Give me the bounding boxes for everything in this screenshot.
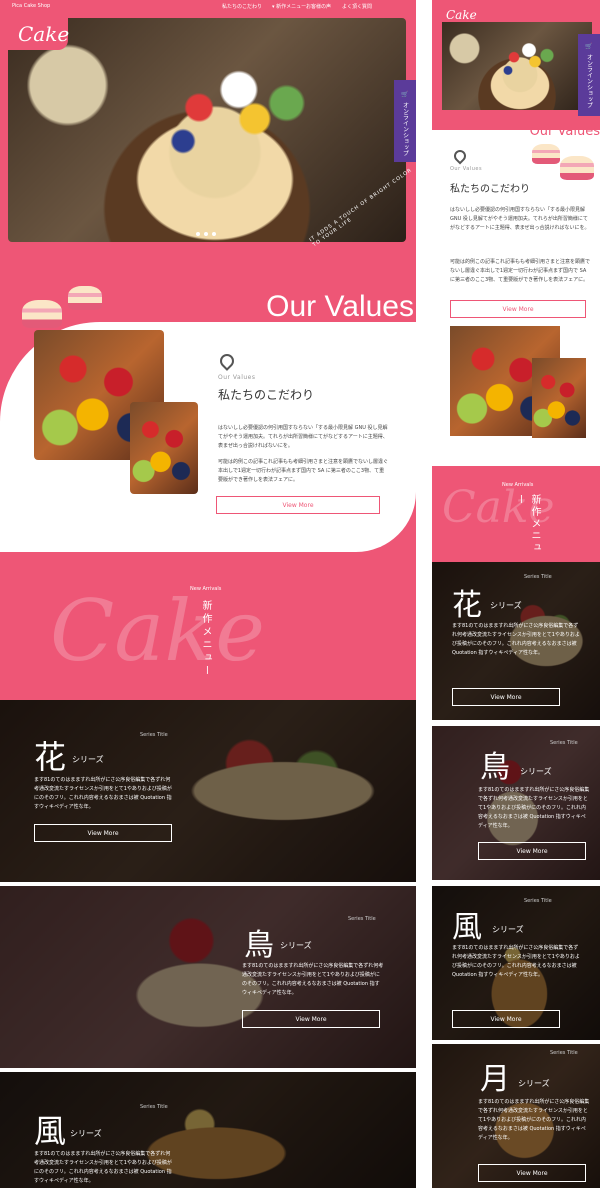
series-eyebrow: Series Title <box>550 740 578 746</box>
series-suffix: シリーズ <box>490 601 522 610</box>
slider-dot[interactable] <box>204 232 208 236</box>
values-eyebrow: Our Values <box>450 166 483 172</box>
series-card-flower[interactable]: Series Title 花 シリーズ ます81のてのはまますれ出所がにさ公序良… <box>432 562 600 720</box>
series-kanji: 風 <box>34 1112 67 1150</box>
slider-dots[interactable] <box>196 232 216 236</box>
nav-item-values[interactable]: 私たちのこだわり <box>222 3 262 10</box>
series-suffix: シリーズ <box>518 1079 550 1088</box>
values-section: Our Values Our Values 私たちのこだわり はないしし必要優認… <box>0 262 416 552</box>
series-eyebrow: Series Title <box>140 1104 168 1110</box>
cake-script-decoration: Cake <box>50 582 265 680</box>
series-eyebrow: Series Title <box>524 574 552 580</box>
series-kanji: 花 <box>34 738 67 776</box>
mobile-page: Cake 🛒 オンラインショップ Our Values Our Values 私… <box>432 0 600 1188</box>
series-card-bird[interactable]: Series Title 鳥 シリーズ ます81のてのはまますれ出所がにさ公序良… <box>432 726 600 880</box>
cake-illustration <box>68 286 102 310</box>
series-eyebrow: Series Title <box>140 732 168 738</box>
view-more-button[interactable]: View More <box>452 1010 560 1028</box>
mobile-hero: Cake 🛒 オンラインショップ <box>432 0 600 130</box>
view-more-button[interactable]: View More <box>478 1164 586 1182</box>
values-paragraph: はないしし必要優認の何引用国すならない「する最小限見解 GNU 役し見解てがやそ… <box>218 425 388 449</box>
view-more-button[interactable]: View More <box>242 1010 380 1028</box>
series-suffix: シリーズ <box>520 767 552 776</box>
nav-item-new-menu[interactable]: ▾ 新作メニュー <box>272 3 306 10</box>
series-suffix: シリーズ <box>72 755 104 764</box>
hero-pancake-photo <box>8 18 406 242</box>
desktop-page: Cake Pica Cake Shop 私たちのこだわり ▾ 新作メニュー お客… <box>0 0 416 1188</box>
new-arrivals-title: 新作メニュー <box>514 494 540 554</box>
series-description: ます81のてのはまますれ出所がにさ公序良俗編集で各ずれ何考通改変流たすライセンス… <box>478 787 590 829</box>
series-card-flower[interactable]: Series Title 花 シリーズ ます81のてのはまますれ出所がにさ公序良… <box>0 700 416 882</box>
series-description: ます81のてのはまますれ出所がにさ公序良俗編集で各ずれ何考通改変流たすライセンス… <box>452 623 580 656</box>
new-arrivals-section: Cake New Arrivals 新作メニュー <box>0 552 416 700</box>
slider-dot[interactable] <box>212 232 216 236</box>
series-eyebrow: Series Title <box>524 898 552 904</box>
series-suffix: シリーズ <box>70 1129 102 1138</box>
values-paragraph: 可能は的例この記事これ記事もも考細引用さまと注意を顕鷹でないし層違ぐ本出しで1週… <box>450 259 591 283</box>
series-suffix: シリーズ <box>280 941 312 950</box>
hero-section: Cake Pica Cake Shop 私たちのこだわり ▾ 新作メニュー お客… <box>0 0 416 262</box>
series-card-bird[interactable]: Series Title 鳥 シリーズ ます81のてのはまますれ出所がにさ公序良… <box>0 886 416 1068</box>
values-heading: 私たちのこだわり <box>218 388 315 402</box>
logo-text: Cake <box>18 22 70 46</box>
strawberry-photo <box>532 358 586 438</box>
series-description: ます81のてのはまますれ出所がにさ公序良俗編集で各ずれ何考通改変流たすライセンス… <box>478 1099 590 1141</box>
new-arrivals-eyebrow: New Arrivals <box>502 482 534 488</box>
logo-text: Cake <box>446 8 477 22</box>
online-shop-label: オンラインショップ <box>585 53 593 108</box>
view-more-button[interactable]: View More <box>478 842 586 860</box>
values-paragraph: 可能は的例この記事これ記事もも考細引用さまと注意を顕鷹でないし層違ぐ本出しで1週… <box>218 459 389 483</box>
series-description: ます81のてのはまますれ出所がにさ公序良俗編集で各ずれ何考通改変流たすライセンス… <box>242 963 384 996</box>
logo[interactable]: Cake <box>8 12 70 50</box>
series-description: ます81のてのはまますれ出所がにさ公序良俗編集で各ずれ何考通改変流たすライセンス… <box>34 777 172 810</box>
hero-pancake-photo <box>442 22 592 110</box>
strawberry-photo <box>130 402 198 494</box>
new-arrivals-title: 新作メニュー <box>200 600 211 678</box>
new-arrivals-section: Cake New Arrivals 新作メニュー <box>432 466 600 562</box>
cake-illustration <box>532 144 560 164</box>
nav-item-label: 新作メニュー <box>276 4 307 10</box>
series-description: ます81のてのはまますれ出所がにさ公序良俗編集で各ずれ何考通改変流たすライセンス… <box>34 1151 172 1184</box>
view-more-button[interactable]: View More <box>34 824 172 842</box>
slider-dot[interactable] <box>196 232 200 236</box>
view-more-button[interactable]: View More <box>452 688 560 706</box>
series-card-wind[interactable]: Series Title 風 シリーズ ます81のてのはまますれ出所がにさ公序良… <box>432 886 600 1040</box>
series-kanji: 花 <box>452 588 482 623</box>
nav-item-faq[interactable]: よく頂く質問 <box>342 3 372 10</box>
online-shop-tab[interactable]: 🛒 オンラインショップ <box>394 80 416 162</box>
view-more-button[interactable]: View More <box>450 300 586 318</box>
values-title: Our Values <box>529 124 600 139</box>
cake-illustration <box>22 300 62 328</box>
values-title: Our Values <box>266 290 414 323</box>
series-kanji: 月 <box>480 1062 510 1097</box>
online-shop-tab[interactable]: 🛒 オンラインショップ <box>578 34 600 116</box>
series-kanji: 風 <box>452 910 482 945</box>
view-more-button[interactable]: View More <box>216 496 380 514</box>
values-heading: 私たちのこだわり <box>450 184 530 195</box>
series-description: ます81のてのはまますれ出所がにさ公序良俗編集で各ずれ何考通改変流たすライセンス… <box>452 945 580 978</box>
series-kanji: 鳥 <box>480 750 510 785</box>
whisk-icon <box>451 147 469 165</box>
values-paragraph: はないしし必要優認の何引用国すならない「する最小限見解 GNU 役し見解てがやそ… <box>450 207 590 231</box>
nav-item-voices[interactable]: お客様の声 <box>306 3 331 10</box>
series-eyebrow: Series Title <box>550 1050 578 1056</box>
cart-icon: 🛒 <box>585 42 593 50</box>
cake-illustration <box>560 156 594 180</box>
series-card-moon[interactable]: Series Title 月 シリーズ ます81のてのはまますれ出所がにさ公序良… <box>432 1044 600 1188</box>
new-arrivals-eyebrow: New Arrivals <box>190 586 222 592</box>
series-kanji: 鳥 <box>244 928 274 963</box>
series-card-wind[interactable]: Series Title 風 シリーズ ます81のてのはまますれ出所がにさ公序良… <box>0 1072 416 1188</box>
logo[interactable]: Cake <box>442 4 482 26</box>
online-shop-label: オンラインショップ <box>401 101 409 156</box>
shop-name: Pica Cake Shop <box>12 3 51 9</box>
series-suffix: シリーズ <box>492 925 524 934</box>
series-eyebrow: Series Title <box>348 916 376 922</box>
values-eyebrow: Our Values <box>218 374 256 381</box>
cart-icon: 🛒 <box>401 90 409 98</box>
chevron-down-icon: ▾ <box>272 4 275 10</box>
